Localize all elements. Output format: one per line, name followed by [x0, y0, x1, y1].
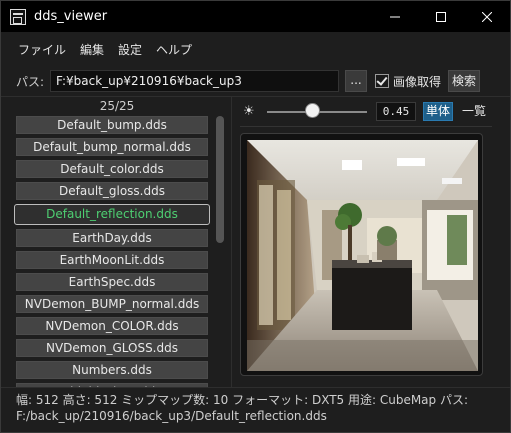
- file-list-item[interactable]: Default_bump.dds: [16, 116, 208, 134]
- window-controls: [372, 1, 510, 32]
- file-list-item[interactable]: EarthSpec.dds: [16, 273, 208, 291]
- panel-divider: [231, 97, 232, 387]
- scrollbar-thumb[interactable]: [216, 116, 224, 243]
- file-list-item[interactable]: Default_gloss.dds: [16, 182, 208, 200]
- path-row: パス: F:¥back_up¥210916¥back_up3 ... 画像取得 …: [1, 70, 510, 92]
- menu-help[interactable]: ヘルプ: [149, 40, 199, 60]
- browse-button[interactable]: ...: [345, 70, 367, 92]
- menu-settings[interactable]: 設定: [111, 40, 149, 60]
- brightness-slider-knob[interactable]: [305, 103, 320, 118]
- file-list-item[interactable]: Default_reflection.dds: [14, 204, 210, 225]
- path-label: パス:: [16, 75, 45, 89]
- close-icon: [482, 11, 492, 22]
- file-list-scrollbar[interactable]: [216, 116, 224, 387]
- menu-bar: ファイル 編集 設定 ヘルプ: [1, 40, 199, 60]
- file-count: 25/25: [99, 99, 135, 113]
- status-divider: [1, 387, 510, 388]
- app-window: dds_viewer ファイル 編集 設定 ヘルプ パス: F:¥back_up…: [0, 0, 511, 433]
- maximize-button[interactable]: [418, 1, 464, 32]
- brightness-value[interactable]: 0.45: [376, 102, 416, 121]
- file-list-item[interactable]: Default_color.dds: [16, 160, 208, 178]
- path-input[interactable]: F:¥back_up¥210916¥back_up3: [50, 70, 339, 92]
- texture-preview-image: [247, 140, 478, 371]
- minimize-icon: [390, 16, 400, 17]
- file-list: Default_bump.dds Default_bump_normal.dds D…: [14, 116, 210, 387]
- fetch-image-label: 画像取得: [393, 75, 442, 89]
- minimize-button[interactable]: [372, 1, 418, 32]
- close-button[interactable]: [464, 1, 510, 32]
- file-list-item[interactable]: EarthDay.dds: [16, 229, 208, 247]
- file-list-item[interactable]: NVDemon_COLOR.dds: [16, 317, 208, 335]
- sun-icon: ☀: [243, 104, 255, 119]
- mode-underline: [240, 126, 492, 127]
- maximize-icon: [436, 11, 446, 22]
- list-view-button[interactable]: 一覧: [459, 102, 489, 121]
- title-bar[interactable]: dds_viewer: [1, 1, 510, 32]
- file-list-item[interactable]: Default_bump_normal.dds: [16, 138, 208, 156]
- file-list-panel: 25/25 Default_bump.dds Default_bump_norma…: [10, 97, 228, 387]
- menu-file[interactable]: ファイル: [11, 40, 73, 60]
- file-list-item[interactable]: EarthMoonLit.dds: [16, 251, 208, 269]
- status-path: F:/back_up/210916/back_up3/Default_refle…: [16, 409, 327, 423]
- fetch-image-checkbox[interactable]: [375, 74, 389, 88]
- menu-edit[interactable]: 編集: [73, 40, 111, 60]
- file-list-item[interactable]: NVDemon_BUMP_normal.dds: [16, 295, 208, 313]
- search-button[interactable]: 検索: [448, 70, 480, 92]
- app-icon: [10, 8, 26, 25]
- status-info: 幅: 512 高さ: 512 ミップマップ数: 10 フォーマット: DXT5 …: [16, 393, 469, 407]
- window-title: dds_viewer: [34, 9, 108, 24]
- single-view-button[interactable]: 単体: [423, 102, 453, 121]
- file-list-item[interactable]: Numbers.dds: [16, 361, 208, 379]
- file-list-item[interactable]: NVDemon_GLOSS.dds: [16, 339, 208, 357]
- preview-frame: [240, 133, 483, 376]
